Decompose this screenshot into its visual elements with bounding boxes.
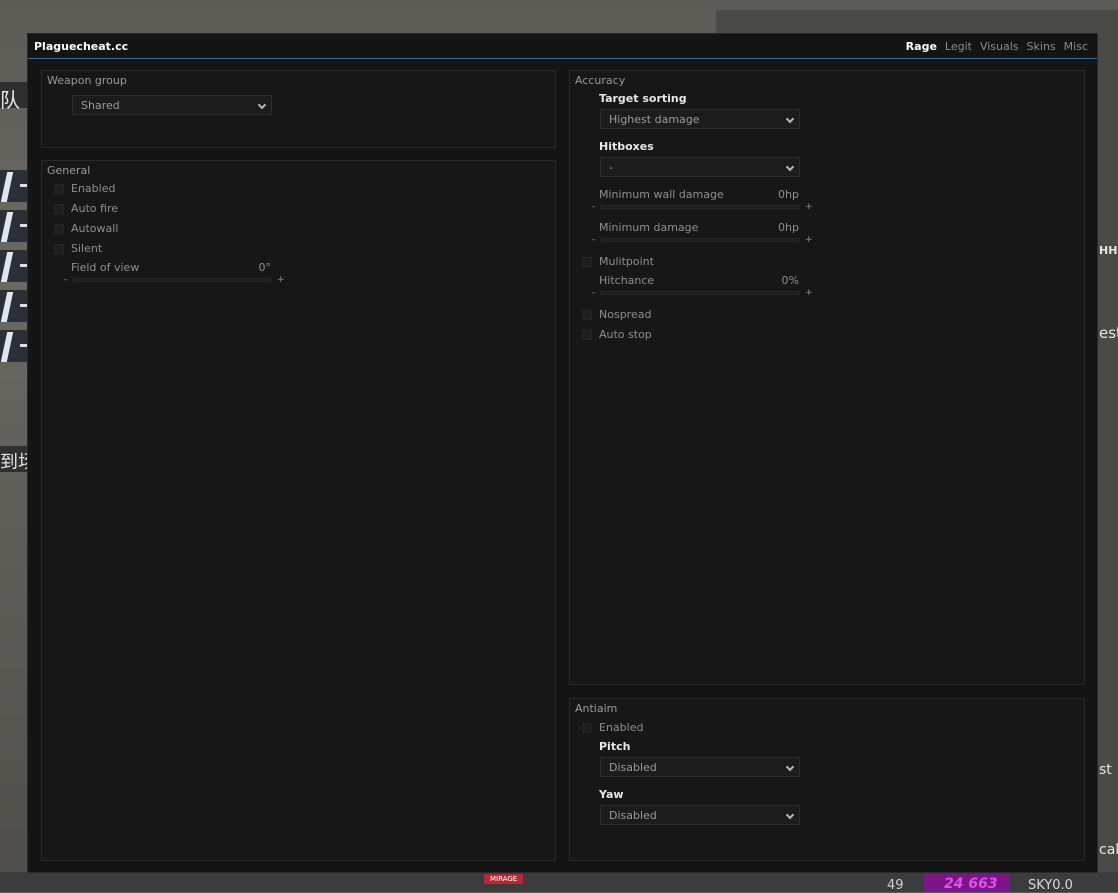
- checkbox-label: Nospread: [599, 308, 652, 321]
- slider-label: Minimum damage: [599, 221, 699, 234]
- slider-value: 0°: [258, 261, 272, 274]
- checkbox-label: Mulitpoint: [599, 255, 654, 268]
- tab-misc[interactable]: Misc: [1064, 40, 1088, 53]
- slider-increment[interactable]: +: [805, 202, 813, 212]
- panel-title: Antiaim: [575, 702, 618, 715]
- background-player-card: [0, 170, 27, 202]
- cheat-menu-window: Plaguecheat.cc Rage Legit Visuals Skins …: [27, 33, 1098, 873]
- background-map-badge: MIRAGE: [484, 874, 524, 884]
- chevron-down-icon: [785, 114, 795, 124]
- slider-label: Field of view: [71, 261, 140, 274]
- weapon-group-panel: Weapon group Shared: [41, 70, 556, 148]
- antiaim-enabled-checkbox[interactable]: [582, 723, 592, 733]
- background-text: call: [1099, 842, 1118, 858]
- hitboxes-label: Hitboxes: [599, 140, 654, 153]
- dropdown-value: Disabled: [609, 761, 657, 774]
- slider-decrement[interactable]: -: [64, 275, 67, 285]
- chevron-down-icon: [785, 810, 795, 820]
- chevron-down-icon: [785, 762, 795, 772]
- antiaim-panel: Antiaim Enabled Pitch Disabled Yaw Disab…: [569, 698, 1085, 861]
- background-text: 到场: [0, 452, 27, 473]
- fov-slider[interactable]: [72, 278, 272, 282]
- hitboxes-dropdown[interactable]: -: [600, 157, 800, 177]
- background-text: HHI: [1099, 244, 1118, 257]
- general-panel: General Enabled Auto fire Autowall Silen…: [41, 160, 556, 861]
- tab-bar: Rage Legit Visuals Skins Misc: [906, 40, 1088, 53]
- background-text: 24 663: [944, 876, 998, 892]
- yaw-label: Yaw: [599, 788, 624, 801]
- checkbox-label: Enabled: [599, 721, 644, 734]
- panel-title: General: [47, 164, 91, 177]
- background-text: 队: [0, 88, 20, 112]
- background-player-card: [0, 210, 27, 242]
- checkbox-label: Auto fire: [71, 202, 119, 215]
- checkbox-label: Autowall: [71, 222, 119, 235]
- tab-rage[interactable]: Rage: [906, 40, 937, 53]
- chevron-down-icon: [785, 162, 795, 172]
- tab-legit[interactable]: Legit: [945, 40, 972, 53]
- dropdown-value: Highest damage: [609, 113, 700, 126]
- app-title: Plaguecheat.cc: [34, 40, 129, 53]
- background-player-card: [0, 330, 27, 362]
- slider-increment[interactable]: +: [805, 235, 813, 245]
- auto-stop-checkbox[interactable]: [582, 330, 592, 340]
- background-player-card: [0, 290, 27, 322]
- slider-increment[interactable]: +: [277, 275, 285, 285]
- auto-fire-checkbox[interactable]: [54, 204, 64, 214]
- slider-decrement[interactable]: -: [592, 288, 595, 298]
- hitchance-slider[interactable]: [600, 291, 800, 295]
- checkbox-label: Silent: [71, 242, 103, 255]
- background-text: 49: [887, 878, 904, 893]
- slider-value: 0%: [781, 274, 799, 287]
- target-sorting-label: Target sorting: [599, 92, 687, 105]
- background-text: st: [1099, 762, 1112, 778]
- title-bar[interactable]: Plaguecheat.cc Rage Legit Visuals Skins …: [28, 34, 1097, 59]
- slider-label: Minimum wall damage: [599, 188, 724, 201]
- weapon-group-dropdown[interactable]: Shared: [72, 95, 272, 115]
- panel-title: Accuracy: [575, 74, 626, 87]
- checkbox-label: Auto stop: [599, 328, 652, 341]
- slider-value: 0hp: [778, 221, 799, 234]
- tab-visuals[interactable]: Visuals: [980, 40, 1019, 53]
- pitch-label: Pitch: [599, 740, 631, 753]
- slider-label: Hitchance: [599, 274, 655, 287]
- multipoint-checkbox[interactable]: [582, 257, 592, 267]
- slider-increment[interactable]: +: [805, 288, 813, 298]
- min-wall-damage-slider[interactable]: [600, 205, 800, 209]
- checkbox-label: Enabled: [71, 182, 116, 195]
- background-player-card: [0, 250, 27, 282]
- slider-value: 0hp: [778, 188, 799, 201]
- dropdown-value: Disabled: [609, 809, 657, 822]
- background-text: est: [1099, 324, 1118, 342]
- slider-decrement[interactable]: -: [592, 202, 595, 212]
- tab-skins[interactable]: Skins: [1027, 40, 1056, 53]
- min-damage-slider[interactable]: [600, 238, 800, 242]
- background-text: SKY0.0: [1028, 878, 1073, 893]
- slider-decrement[interactable]: -: [592, 235, 595, 245]
- autowall-checkbox[interactable]: [54, 224, 64, 234]
- target-sorting-dropdown[interactable]: Highest damage: [600, 109, 800, 129]
- dropdown-value: Shared: [81, 99, 120, 112]
- chevron-down-icon: [257, 100, 267, 110]
- accuracy-panel: Accuracy Target sorting Highest damage H…: [569, 70, 1085, 685]
- nospread-checkbox[interactable]: [582, 310, 592, 320]
- silent-checkbox[interactable]: [54, 244, 64, 254]
- pitch-dropdown[interactable]: Disabled: [600, 757, 800, 777]
- dropdown-value: -: [609, 161, 613, 174]
- yaw-dropdown[interactable]: Disabled: [600, 805, 800, 825]
- panel-title: Weapon group: [47, 74, 127, 87]
- enabled-checkbox[interactable]: [54, 184, 64, 194]
